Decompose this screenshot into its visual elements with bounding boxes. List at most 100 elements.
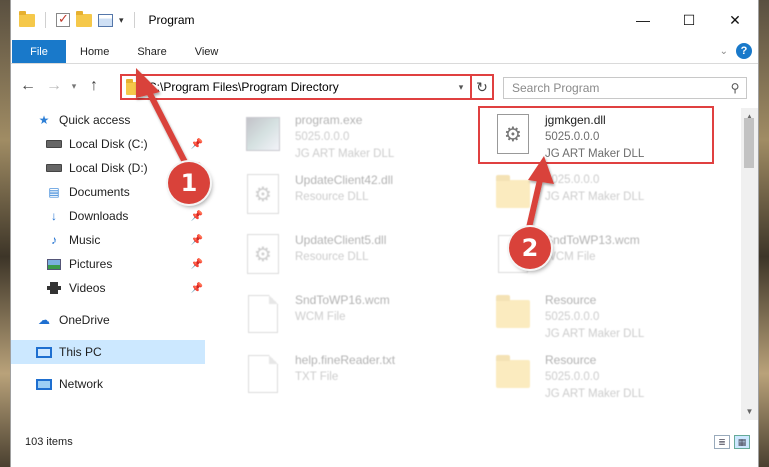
file-type: TXT File [295,371,339,383]
tab-file[interactable]: File [12,40,66,63]
file-item-help-finereader-txt[interactable]: help.fineReader.txt TXT File [239,350,479,406]
pin-icon[interactable]: 📌 [191,259,203,270]
file-item-program-exe[interactable]: program.exe 5025.0.0.0 JG ART Maker DLL [239,110,479,166]
address-bar[interactable]: C:\Program Files\Program Directory ▾ [120,74,472,100]
scroll-down-icon[interactable]: ▼ [741,403,758,420]
ribbon-tabs: File Home Share View ⌄ ? [11,40,758,64]
tab-view[interactable]: View [181,40,233,63]
callout-two: 2 [509,227,551,269]
recent-locations-caret-icon[interactable]: ▾ [67,81,81,92]
scrollbar-thumb[interactable] [744,118,754,168]
search-input[interactable]: Search Program [512,81,724,95]
help-icon[interactable]: ? [736,43,752,59]
download-arrow-icon: ↓ [51,209,57,223]
expand-ribbon-icon[interactable]: ⌄ [720,46,728,57]
file-description: JG ART Maker DLL [295,148,395,160]
sidebar-item-downloads[interactable]: ↓ Downloads 📌 [11,204,205,228]
sidebar-item-this-pc[interactable]: This PC [11,340,205,364]
film-icon [45,281,63,295]
up-arrow-icon[interactable]: ↑ [81,77,107,95]
sidebar-item-music[interactable]: ♪ Music 📌 [11,228,205,252]
search-box[interactable]: Search Program ⚲ [503,77,747,99]
toolbar-separator [45,12,46,28]
file-type: WCM File [295,311,346,323]
cloud-icon: ☁ [38,313,50,327]
star-icon: ★ [38,113,50,127]
file-item-resource-folder[interactable]: Resource 5025.0.0.0 JG ART Maker DLL [489,290,729,346]
file-name: Resource [545,293,597,307]
file-item-sndtowp16-wcm[interactable]: SndToWP16.wcm WCM File [239,290,479,346]
rename-icon[interactable] [98,13,113,27]
large-icons-view-icon[interactable]: ▦ [734,435,750,449]
maximize-button[interactable]: ☐ [666,0,712,40]
document-icon [239,290,287,338]
sidebar-item-label: Quick access [59,113,131,127]
sidebar-item-label: Downloads [69,209,129,223]
customize-toolbar-caret-icon[interactable]: ▾ [119,15,124,26]
properties-check-icon[interactable] [56,11,70,27]
pin-icon[interactable]: 📌 [191,283,203,294]
ribbon-right-controls: ⌄ ? [720,43,752,59]
file-description: JG ART Maker DLL [545,191,645,203]
sidebar-item-network[interactable]: Network [11,372,205,396]
hard-drive-icon [45,137,63,151]
title-bar: ▾ Program — ☐ ✕ [11,0,758,40]
file-name: UpdateClient42.dll [295,173,394,187]
sidebar-item-local-disk-c[interactable]: Local Disk (C:) 📌 [11,132,205,156]
minimize-button[interactable]: — [620,0,666,40]
refresh-button[interactable]: ↻ [470,74,494,100]
tab-share[interactable]: Share [123,40,180,63]
refresh-icon: ↻ [476,78,488,95]
sidebar-item-label: Documents [69,185,130,199]
sidebar-item-pictures[interactable]: Pictures 📌 [11,252,205,276]
sidebar-item-videos[interactable]: Videos 📌 [11,276,205,300]
dll-gear-icon: ⚙ [239,230,287,278]
pin-icon[interactable]: 📌 [191,211,203,222]
file-name: UpdateClient5.dll [295,233,387,247]
navigation-pane: ★ Quick access Local Disk (C:) 📌 Local D… [11,108,205,420]
folder-icon [19,10,35,27]
file-item-updateclient42-dll[interactable]: ⚙ UpdateClient42.dll Resource DLL [239,170,479,226]
title-separator [133,12,135,28]
file-name: program.exe [295,113,363,127]
sidebar-item-label: Videos [69,281,106,295]
pin-icon[interactable]: 📌 [191,139,203,150]
document-icon [239,350,287,398]
folder-icon [489,170,537,218]
file-name: SndToWP13.wcm [545,233,640,247]
status-bar: 103 items ≣ ▦ [11,428,760,456]
close-button[interactable]: ✕ [712,0,758,40]
sidebar-item-quick-access[interactable]: ★ Quick access [11,108,205,132]
forward-arrow-icon[interactable]: → [41,77,67,95]
file-type: Resource DLL [295,251,369,263]
address-dropdown-icon[interactable]: ▾ [452,82,470,93]
sidebar-item-onedrive[interactable]: ☁ OneDrive [11,308,205,332]
back-arrow-icon[interactable]: ← [15,77,41,95]
vertical-scrollbar[interactable]: ▲ ▼ [741,108,758,420]
address-path[interactable]: C:\Program Files\Program Directory [148,80,452,94]
item-count: 103 items [25,436,73,448]
new-folder-icon[interactable] [76,10,92,27]
file-item-folder[interactable]: 5025.0.0.0 JG ART Maker DLL [489,170,729,226]
file-version: 5025.0.0.0 [545,174,600,186]
file-description: JG ART Maker DLL [545,328,645,340]
network-icon [35,377,53,391]
search-icon[interactable]: ⚲ [724,81,746,95]
window-title: Program [148,13,195,27]
tab-home[interactable]: Home [66,40,123,63]
details-view-icon[interactable]: ≣ [714,435,730,449]
file-item-updateclient5-dll[interactable]: ⚙ UpdateClient5.dll Resource DLL [239,230,479,286]
file-version: 5025.0.0.0 [545,371,600,383]
file-item-resource-folder-2[interactable]: Resource 5025.0.0.0 JG ART Maker DLL [489,350,729,406]
sidebar-item-label: This PC [59,345,102,359]
address-folder-icon [126,79,142,95]
executable-icon [239,110,287,158]
folder-icon [489,350,537,398]
sidebar-item-label: Music [69,233,101,247]
callout-one: 1 [168,162,210,204]
file-name: help.fineReader.txt [295,353,396,367]
window-controls: — ☐ ✕ [620,0,758,40]
documents-icon: ▤ [48,185,60,199]
sidebar-item-label: Network [59,377,104,391]
pin-icon[interactable]: 📌 [191,235,203,246]
